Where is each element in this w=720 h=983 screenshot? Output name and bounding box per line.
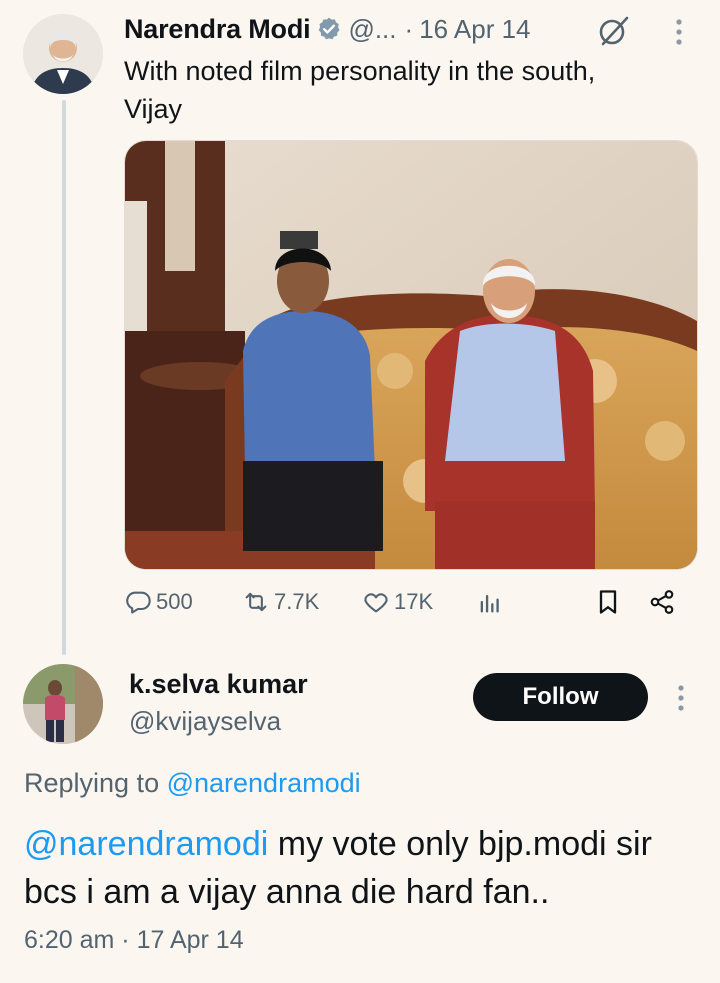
author-avatar[interactable] (23, 14, 103, 94)
mention-link[interactable]: @narendramodi (24, 825, 268, 863)
separator-dot: · (121, 926, 130, 954)
views-icon (480, 595, 499, 613)
reply-author-name[interactable]: k.selva kumar (129, 669, 308, 700)
avatar-portrait-icon (23, 14, 103, 94)
author-handle[interactable]: @... (348, 14, 396, 45)
tweet-actions: 500 7.7K 17K (124, 588, 684, 624)
reply-date: 17 Apr 14 (136, 926, 244, 954)
thread-connector-line (62, 100, 66, 655)
share-icon (650, 590, 674, 614)
share-action[interactable] (648, 588, 680, 616)
reply-author-handle[interactable]: @kvijayselva (129, 706, 281, 737)
reply-action[interactable]: 500 (124, 588, 193, 616)
retweet-count: 7.7K (274, 589, 320, 614)
grok-icon[interactable] (597, 14, 631, 48)
replying-to-link[interactable]: @narendramodi (167, 768, 361, 798)
reply-count: 500 (156, 589, 193, 614)
more-options-icon[interactable] (674, 682, 688, 714)
tweet-header: Narendra Modi @... · 16 Apr 14 (124, 9, 531, 49)
views-action[interactable] (476, 588, 508, 616)
photo-image (125, 141, 697, 569)
like-icon (364, 593, 388, 613)
bookmark-action[interactable] (594, 588, 626, 616)
follow-button[interactable]: Follow (473, 673, 648, 721)
replying-to: Replying to @narendramodi (24, 768, 361, 799)
like-action[interactable]: 17K (362, 588, 433, 616)
reply-timestamp[interactable]: 6:20 am · 17 Apr 14 (24, 926, 244, 955)
retweet-icon (245, 592, 267, 612)
tweet-text-line: With noted film personality in the south… (124, 56, 596, 86)
reply-time: 6:20 am (24, 926, 115, 954)
separator-dot: · (404, 13, 414, 44)
author-name[interactable]: Narendra Modi (124, 14, 311, 45)
like-count: 17K (394, 589, 434, 614)
more-options-icon[interactable] (672, 16, 686, 48)
reply-icon (126, 591, 151, 614)
retweet-action[interactable]: 7.7K (242, 588, 319, 616)
verified-badge-icon (319, 17, 340, 40)
reply-text: @narendramodi my vote only bjp.modi sir … (24, 820, 704, 916)
bookmark-icon (599, 590, 617, 614)
tweet-photo[interactable] (124, 140, 698, 570)
tweet-text-line: Vijay (124, 94, 183, 124)
replying-prefix: Replying to (24, 768, 167, 798)
avatar-portrait-icon (23, 664, 103, 744)
tweet-text: With noted film personality in the south… (124, 52, 704, 128)
tweet-date[interactable]: 16 Apr 14 (419, 14, 530, 45)
reply-author-avatar[interactable] (23, 664, 103, 744)
